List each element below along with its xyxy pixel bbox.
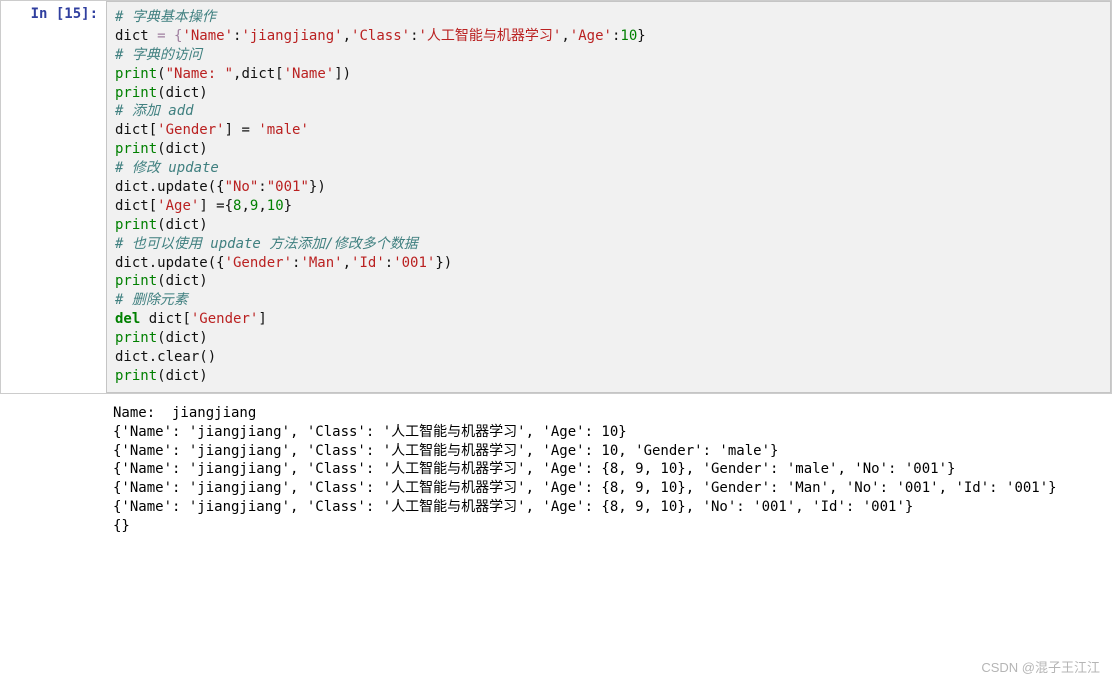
input-prompt: In [15]: [1,1,106,393]
code-line: print(dict) [115,84,1102,103]
code-line: dict.update({'Gender':'Man','Id':'001'}) [115,254,1102,273]
code-line: print(dict) [115,329,1102,348]
code-line: # 修改 update [115,160,219,176]
code-line: # 删除元素 [115,292,188,308]
output-cell: Name: jiangjiang {'Name': 'jiangjiang', … [0,394,1112,546]
code-line: dict.clear() [115,348,1102,367]
code-line: dict = {'Name':'jiangjiang','Class':'人工智… [115,27,1102,46]
output-text: Name: jiangjiang {'Name': 'jiangjiang', … [105,394,1112,546]
code-line: # 字典的访问 [115,47,202,63]
code-cell: In [15]: # 字典基本操作 dict = {'Name':'jiangj… [0,0,1112,394]
code-line: # 添加 add [115,103,194,119]
code-line: del dict['Gender'] [115,310,1102,329]
code-line: print(dict) [115,367,1102,386]
code-line: print(dict) [115,140,1102,159]
code-line: print(dict) [115,272,1102,291]
code-line: print(dict) [115,216,1102,235]
code-line: dict['Age'] ={8,9,10} [115,197,1102,216]
code-input[interactable]: # 字典基本操作 dict = {'Name':'jiangjiang','Cl… [106,1,1111,393]
code-line: dict.update({"No":"001"}) [115,178,1102,197]
code-line: dict['Gender'] = 'male' [115,121,1102,140]
watermark: CSDN @混子王江江 [981,657,1100,676]
code-line: print("Name: ",dict['Name']) [115,65,1102,84]
code-line: # 字典基本操作 [115,9,216,25]
code-line: # 也可以使用 update 方法添加/修改多个数据 [115,236,418,252]
output-prompt [0,394,105,546]
